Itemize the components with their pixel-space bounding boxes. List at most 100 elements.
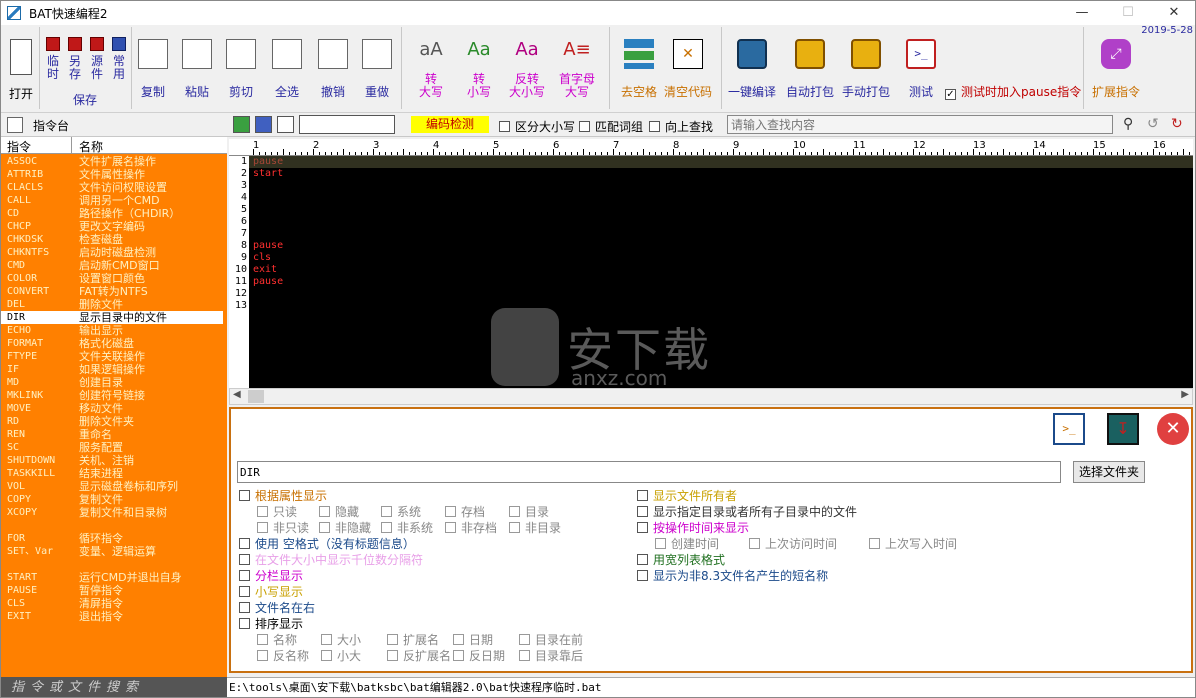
- match-word-checkbox[interactable]: 匹配词组: [579, 118, 643, 135]
- undo-button[interactable]: 撤销: [317, 39, 349, 100]
- checkbox[interactable]: [637, 554, 648, 565]
- cut-button[interactable]: 剪切: [225, 39, 257, 100]
- opt-columns[interactable]: 分栏显示: [239, 567, 303, 584]
- opt-not-archive[interactable]: 非存档: [445, 519, 497, 536]
- list-item[interactable]: CHKNTFS 启动时磁盘检测: [1, 246, 223, 259]
- checkbox[interactable]: [637, 506, 648, 517]
- list-item[interactable]: CALL 调用另一个CMD: [1, 194, 223, 207]
- checkbox[interactable]: [579, 121, 590, 132]
- list-item[interactable]: START 运行CMD并退出自身: [1, 571, 223, 584]
- opt-short-name[interactable]: 显示为非8.3文件名产生的短名称: [637, 567, 828, 584]
- to-upper-button[interactable]: aA 转 大写: [413, 39, 449, 99]
- table-icon[interactable]: [255, 116, 272, 133]
- opt-show-owner[interactable]: 显示文件所有者: [637, 487, 737, 504]
- list-item[interactable]: CHCP 更改文字编码: [1, 220, 223, 233]
- list-item[interactable]: XCOPY 复制文件和目录树: [1, 506, 223, 519]
- list-item[interactable]: ECHO 输出显示: [1, 324, 223, 337]
- checkbox[interactable]: [637, 570, 648, 581]
- opt-sort-rdate[interactable]: 反日期: [453, 647, 505, 664]
- save-as-button[interactable]: 另 存: [65, 37, 85, 81]
- checkbox[interactable]: [509, 506, 520, 517]
- list-item[interactable]: PAUSE 暂停指令: [1, 584, 223, 597]
- list-item[interactable]: RD 删除文件夹: [1, 415, 223, 428]
- checkbox[interactable]: [257, 506, 268, 517]
- opt-by-attr[interactable]: 根据属性显示: [239, 487, 327, 504]
- checkbox[interactable]: [649, 121, 660, 132]
- horizontal-scrollbar[interactable]: ◀ ▶: [229, 388, 1193, 405]
- redo-button[interactable]: 重做: [361, 39, 393, 100]
- list-item[interactable]: FTYPE 文件关联操作: [1, 350, 223, 363]
- checkbox[interactable]: [445, 506, 456, 517]
- opt-time-access[interactable]: 上次访问时间: [749, 535, 837, 552]
- opt-not-directory[interactable]: 非目录: [509, 519, 561, 536]
- list-item[interactable]: CONVERT FAT转为NTFS: [1, 285, 223, 298]
- search-input[interactable]: [727, 115, 1113, 134]
- paste-button[interactable]: 粘贴: [181, 39, 213, 100]
- close-panel-icon[interactable]: ✕: [1157, 413, 1189, 445]
- checkbox[interactable]: [509, 522, 520, 533]
- checkbox[interactable]: [319, 522, 330, 533]
- scroll-right-icon[interactable]: ▶: [1181, 389, 1189, 400]
- checkbox[interactable]: [453, 650, 464, 661]
- copy-button[interactable]: 复制: [137, 39, 169, 100]
- opt-hidden[interactable]: 隐藏: [319, 503, 359, 520]
- opt-sort-size[interactable]: 大小: [321, 631, 361, 648]
- goto-line-input[interactable]: [299, 115, 395, 134]
- search-up-checkbox[interactable]: 向上查找: [649, 118, 713, 135]
- encoding-check-button[interactable]: 编码检测: [411, 116, 489, 133]
- checkbox[interactable]: [239, 538, 250, 549]
- opt-lowercase[interactable]: 小写显示: [239, 583, 303, 600]
- checkbox[interactable]: [445, 522, 456, 533]
- choose-folder-button[interactable]: 选择文件夹: [1073, 461, 1145, 483]
- source-file-button[interactable]: 源 件: [87, 37, 107, 81]
- maximize-button[interactable]: ☐: [1105, 1, 1151, 25]
- scroll-thumb[interactable]: [248, 390, 264, 403]
- list-item[interactable]: CLS 清屏指令: [1, 597, 223, 610]
- opt-sort-name[interactable]: 名称: [257, 631, 297, 648]
- checkbox[interactable]: [239, 586, 250, 597]
- checkbox[interactable]: [387, 650, 398, 661]
- grid-icon[interactable]: [277, 116, 294, 133]
- open-button[interactable]: 打开: [7, 39, 35, 102]
- opt-sort-dirfirst[interactable]: 目录在前: [519, 631, 583, 648]
- test-pause-checkbox[interactable]: ✓ 测试时加入pause指令: [945, 83, 1081, 100]
- run-terminal-icon[interactable]: >_: [1053, 413, 1085, 445]
- compile-button[interactable]: 一键编译: [725, 39, 779, 100]
- opt-not-readonly[interactable]: 非只读: [257, 519, 309, 536]
- list-item[interactable]: VOL 显示磁盘卷标和序列: [1, 480, 223, 493]
- list-item[interactable]: TASKKILL 结束进程: [1, 467, 223, 480]
- opt-use-empty[interactable]: 使用 空格式（没有标题信息）: [239, 535, 415, 552]
- code-editor[interactable]: 12345678910111213 pausestartpauseclsexit…: [229, 156, 1193, 390]
- extend-button[interactable]: ⤢ 扩展指令: [1089, 39, 1143, 100]
- opt-not-hidden[interactable]: 非隐藏: [319, 519, 371, 536]
- list-item[interactable]: SC 服务配置: [1, 441, 223, 454]
- opt-sort-ext[interactable]: 扩展名: [387, 631, 439, 648]
- binoculars-icon[interactable]: ⚲: [1123, 116, 1133, 132]
- opt-wide[interactable]: 用宽列表格式: [637, 551, 725, 568]
- checkbox[interactable]: [381, 522, 392, 533]
- checkbox[interactable]: [637, 522, 648, 533]
- list-item[interactable]: REN 重命名: [1, 428, 223, 441]
- minimize-button[interactable]: —: [1059, 1, 1105, 25]
- checkbox[interactable]: [239, 490, 250, 501]
- invert-case-button[interactable]: Aa 反转 大小写: [505, 39, 549, 99]
- opt-not-system[interactable]: 非系统: [381, 519, 433, 536]
- checkbox[interactable]: [239, 602, 250, 613]
- list-item[interactable]: MD 创建目录: [1, 376, 223, 389]
- checkbox[interactable]: [655, 538, 666, 549]
- checkbox[interactable]: [519, 634, 530, 645]
- checkbox[interactable]: [387, 634, 398, 645]
- list-item[interactable]: CMD 启动新CMD窗口: [1, 259, 223, 272]
- checkbox[interactable]: [321, 634, 332, 645]
- remove-spaces-button[interactable]: 去空格: [617, 39, 661, 100]
- list-item[interactable]: COPY 复制文件: [1, 493, 223, 506]
- opt-readonly[interactable]: 只读: [257, 503, 297, 520]
- checkbox[interactable]: [453, 634, 464, 645]
- list-item[interactable]: [1, 519, 223, 532]
- temp-save-button[interactable]: 临 时: [43, 37, 63, 81]
- list-item[interactable]: DEL 删除文件: [1, 298, 223, 311]
- list-item[interactable]: COLOR 设置窗口颜色: [1, 272, 223, 285]
- list-item[interactable]: FOR 循环指令: [1, 532, 223, 545]
- list-item[interactable]: CHKDSK 检查磁盘: [1, 233, 223, 246]
- select-all-button[interactable]: 全选: [271, 39, 303, 100]
